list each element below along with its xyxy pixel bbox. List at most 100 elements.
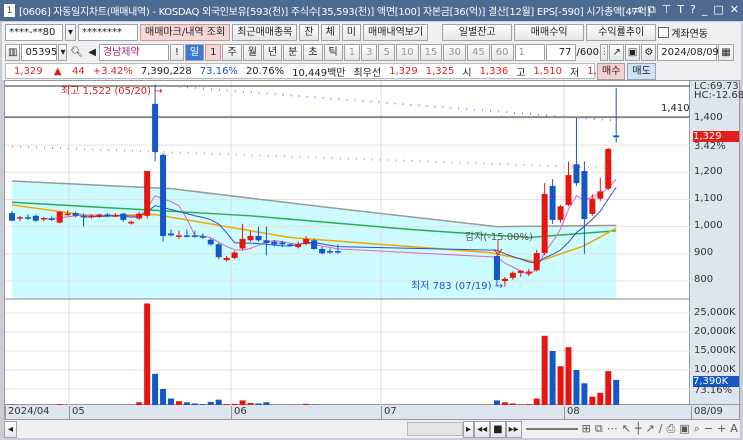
unexecuted-button[interactable]: 미 [341,23,361,41]
candle-body [319,248,326,254]
close-icon[interactable]: ✕ [730,3,739,17]
chart-menu-icon[interactable]: ▥ [5,43,21,61]
count-select[interactable]: 1 [514,43,545,61]
play-icon[interactable]: ▸ [463,420,475,438]
minute-60[interactable]: 60 [490,43,514,61]
minimize-icon[interactable]: _ [702,3,708,17]
stock-code-input[interactable]: 053950 [21,43,64,61]
minute-3[interactable]: 3 [361,43,378,61]
volume-bar [565,347,572,408]
bar-count-max: /600 [576,46,599,58]
magnify-icon[interactable]: ⌕ [694,422,700,436]
pin-icon[interactable]: ⊤ [662,3,672,17]
price-tick: 1,100 [694,193,723,204]
search-icon[interactable]: 🔍︎ [68,47,85,58]
dash-icon[interactable]: ⋯ [607,422,618,436]
date-tick: 06 [231,406,247,420]
bar-count-input[interactable]: 77 [545,43,576,61]
speaker-icon[interactable]: ◀ [86,47,98,58]
text-icon[interactable]: T [677,3,684,17]
candle-body [303,238,310,244]
gear-icon[interactable]: ⚙ [641,43,657,61]
trade-mark-query-button[interactable]: 매매마크/내역 조회 [140,23,231,41]
cursor-icon[interactable]: ↖ [622,422,631,436]
candle-icon[interactable]: ⫶ [599,43,609,61]
layout-icon[interactable]: ▭ [631,3,641,17]
period-week[interactable]: 주 [222,43,242,61]
font-icon[interactable]: A [730,422,738,436]
save-icon[interactable]: ▣ [624,43,641,61]
copy-icon[interactable]: ⧉ [648,3,656,17]
zoom-slider[interactable] [525,428,578,430]
price-axis: LC:69.73 HC:-12.68 1,400 1,329 3.42% 1,2… [690,80,743,405]
period-day[interactable]: 일 [184,43,205,61]
price-tick: 900 [694,247,714,258]
period-month[interactable]: 월 [242,43,262,61]
candle-body [613,135,620,138]
minute-10[interactable]: 10 [395,43,419,61]
candle-body [56,211,63,223]
candle-body [541,194,548,254]
save-icon[interactable]: ▣ [679,422,689,436]
calendar-icon[interactable]: ▦ [718,43,734,61]
rewind-icon[interactable]: ◂◂ [474,420,491,438]
zoom-out-icon[interactable]: − [704,422,713,436]
daily-balance-button[interactable]: 일별잔고 [442,23,513,41]
account-link-checkbox[interactable] [658,26,670,38]
stop-icon[interactable]: ■ [490,420,506,438]
minute-5[interactable]: 5 [378,43,395,61]
minute-45[interactable]: 45 [467,43,490,61]
scrollbar[interactable] [407,422,464,436]
draw-icon[interactable]: ∕ [659,422,663,436]
change-percent: +3.42% [92,65,133,77]
balance-button[interactable]: 잔 [299,23,319,41]
scroll-left-icon[interactable]: ◂ [4,420,18,438]
candle-body [88,215,95,218]
crosshair-icon[interactable]: ┼ [635,422,642,436]
volume-tick: 10,000K [694,364,736,375]
candle-body [175,235,182,237]
print-icon[interactable]: ⎙ [666,422,675,436]
grid-icon[interactable]: ⊞ [582,422,591,436]
minute-30[interactable]: 30 [443,43,467,61]
period-minute[interactable]: 분 [283,43,303,61]
quote-bar: 1,329 ▲ 44 +3.42% 7,390,228 73.16% 20.76… [2,62,741,80]
candle-body [287,244,294,246]
candle-body [96,214,103,217]
trendline-icon[interactable]: ↗ [646,422,655,436]
trade-history-button[interactable]: 매매내역보기 [363,23,429,41]
price-volume-chart[interactable] [5,81,691,408]
chevron-down-icon[interactable]: ▾ [58,43,68,61]
help-icon[interactable]: ? [690,3,696,17]
zoom-in-icon[interactable]: + [717,422,726,436]
period-year[interactable]: 년 [262,43,283,61]
account-select[interactable]: ****-**80 [5,23,63,41]
chart-area[interactable]: 최고 1,522 (05/20) → 감자(-15.00%) 최저 783 (0… [4,80,691,408]
executed-button[interactable]: 체 [320,23,340,41]
candle-body [525,271,532,274]
chevron-down-icon[interactable]: ▾ [65,23,77,41]
period-second[interactable]: 초 [303,43,323,61]
volume-bar [160,389,167,408]
window-icon[interactable]: ⧉ [595,422,603,436]
sell-button[interactable]: 매도 [627,62,656,80]
alert-button[interactable]: ! [169,43,184,61]
period-tick[interactable]: 틱 [323,43,343,61]
profit-trend-button[interactable]: 수익률추이 [586,23,657,41]
maximize-icon[interactable]: □ [713,3,723,17]
indicator-icon[interactable]: ↗ [609,43,624,61]
password-field[interactable]: ******** [78,23,139,41]
date-tick: 07 [381,406,397,420]
window-number: 1 [4,4,15,17]
candle-body [32,215,39,221]
period-multiplier[interactable]: 1 [205,43,222,61]
price-tick: 1,200 [694,166,723,177]
recent-stocks-button[interactable]: 최근매매종목 [232,23,298,41]
candle-body [311,240,318,249]
forward-icon[interactable]: ▸▸ [505,420,522,438]
minute-15[interactable]: 15 [419,43,443,61]
date-input[interactable]: 2024/08/09 [657,43,719,61]
buy-button[interactable]: 매수 [597,62,626,80]
trade-profit-button[interactable]: 매매수익 [514,23,585,41]
minute-1[interactable]: 1 [343,43,361,61]
